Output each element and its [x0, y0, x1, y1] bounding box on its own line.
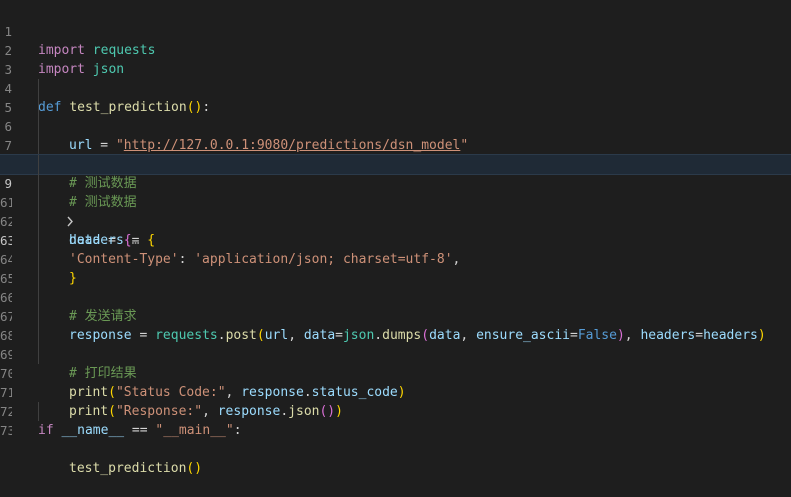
indent-guide: [38, 231, 39, 250]
code-line-61[interactable]: 61 headers = {: [0, 174, 791, 248]
indent-guide: [38, 250, 39, 269]
code-line-67[interactable]: 67: [0, 288, 791, 324]
indent-guide: [38, 79, 39, 98]
code-line-68[interactable]: 68 # 打印结果: [0, 307, 791, 381]
indent-guide: [38, 174, 39, 193]
code-line-8[interactable]: 8 # 测试数据: [0, 136, 791, 210]
indent-guide: [38, 193, 39, 212]
code-line-4[interactable]: 4 def test_prediction():: [0, 60, 791, 115]
code-line-69[interactable]: 69 print("Status Code:", response.status…: [0, 326, 791, 400]
indent-guide: [38, 136, 39, 155]
code-line-63[interactable]: 63 }: [0, 212, 791, 286]
code-line-9[interactable]: 9 data = {…: [0, 154, 791, 248]
indent-guide: [38, 345, 39, 364]
code-text[interactable]: if __name__ == "__main__":: [38, 421, 242, 440]
indent-guide: [38, 307, 39, 326]
indent-guide: [38, 155, 39, 174]
code-line-5[interactable]: 5 url = "http://127.0.0.1:9080/predictio…: [0, 79, 791, 153]
code-line-66[interactable]: 66 response = requests.post(url, data=js…: [0, 269, 791, 343]
code-line-62[interactable]: 62 'Content-Type': 'application/json; ch…: [0, 193, 791, 267]
code-line-73[interactable]: 73 test_prediction(): [0, 402, 791, 476]
indent-guide: [38, 402, 39, 421]
indent-guide: [38, 212, 39, 231]
indent-guide: [38, 117, 39, 136]
code-text[interactable]: test_prediction(): [69, 459, 202, 478]
code-line-70[interactable]: 70 print("Response:", response.json()): [0, 345, 791, 419]
code-line-72[interactable]: 72 if __name__ == "__main__":: [0, 383, 791, 438]
code-line-64[interactable]: 64: [0, 231, 791, 267]
indent-guide: [38, 326, 39, 345]
indent-guide: [38, 269, 39, 288]
code-line-2[interactable]: 2 import json: [0, 22, 791, 77]
indent-guide: [38, 288, 39, 307]
indent-guide: [38, 98, 39, 117]
code-line-6[interactable]: 6 #url = "https://ide.ai.hwwt2.com/ethan…: [0, 98, 791, 172]
line-number: 73: [0, 423, 12, 438]
code-line-65[interactable]: 65 # 发送请求: [0, 250, 791, 324]
code-line-3[interactable]: 3: [0, 41, 791, 77]
code-line-71[interactable]: 71: [0, 364, 791, 400]
code-line-1[interactable]: 1 import requests: [0, 3, 791, 58]
code-editor[interactable]: 1 import requests 2 import json 3 4 def …: [0, 3, 791, 476]
code-line-7[interactable]: 7 # 测试数据: [0, 117, 791, 191]
